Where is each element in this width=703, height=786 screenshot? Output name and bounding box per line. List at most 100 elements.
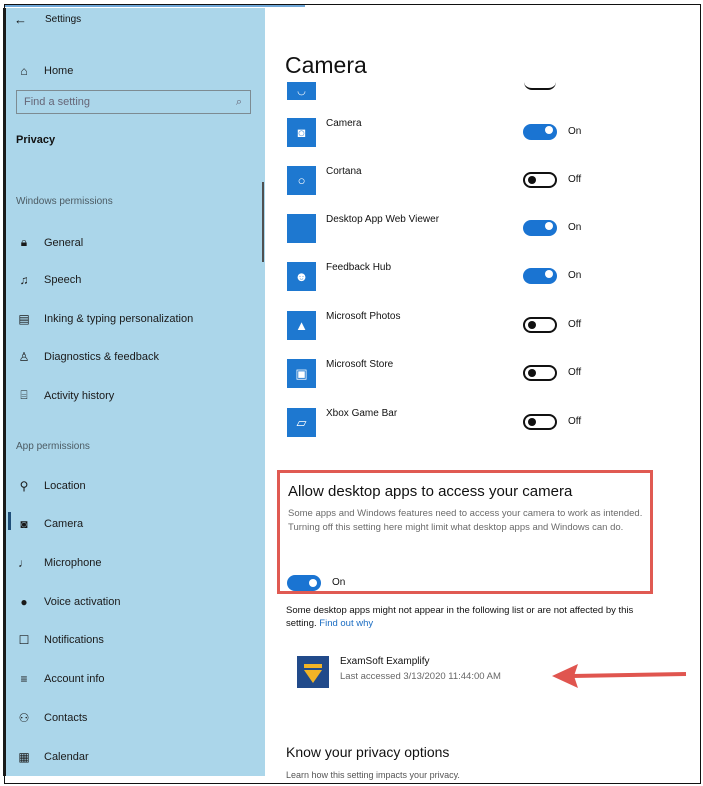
microphone-icon: ♩ xyxy=(18,556,30,570)
toggle-state: Off xyxy=(568,319,582,330)
sidebar-item-label: Microphone xyxy=(44,557,102,569)
sidebar-item-speech[interactable]: ♫ Speech xyxy=(16,273,82,287)
sidebar-item-label: Activity history xyxy=(44,389,115,402)
store-icon: ▣ xyxy=(287,359,316,388)
sidebar-item-label: General xyxy=(44,236,84,249)
app-row-microsoft-store: ▣ Microsoft Store Off xyxy=(287,359,667,395)
voice-activation-icon: ● xyxy=(20,595,28,609)
sidebar-item-activity-history[interactable]: ⌸ Activity history xyxy=(16,388,114,403)
desktop-apps-note: Some desktop apps might not appear in th… xyxy=(286,604,666,630)
app-name: Microsoft Photos xyxy=(326,311,401,322)
sidebar-item-voice-activation[interactable]: ● Voice activation xyxy=(16,595,120,609)
clipboard-icon: ▤ xyxy=(18,312,30,326)
sidebar-scrollbar[interactable] xyxy=(262,182,264,262)
page-title: Camera xyxy=(285,52,367,78)
toggle-switch[interactable] xyxy=(523,414,557,430)
back-arrow-icon[interactable]: ← xyxy=(14,12,27,27)
sidebar-item-label: Location xyxy=(44,480,86,492)
nav-home[interactable]: ⌂ Home xyxy=(16,64,73,78)
sidebar-item-account-info[interactable]: ≡ Account info xyxy=(16,672,105,686)
sidebar-item-label: Speech xyxy=(44,274,82,286)
desktop-apps-toggle-state: On xyxy=(332,577,346,588)
sidebar-item-diagnostics[interactable]: ♙ Diagnostics & feedback xyxy=(16,350,159,364)
desktop-app-name: ExamSoft Examplify xyxy=(340,656,430,667)
toggle-switch[interactable] xyxy=(523,317,557,333)
sidebar-item-location[interactable]: ⚲ Location xyxy=(16,479,86,493)
web-viewer-icon xyxy=(287,214,316,243)
privacy-options-title: Know your privacy options xyxy=(286,744,450,760)
desktop-apps-section-highlight: Allow desktop apps to access your camera… xyxy=(277,470,653,594)
desktop-apps-toggle[interactable] xyxy=(287,575,321,591)
sidebar-item-label: Contacts xyxy=(44,712,88,724)
find-out-why-link[interactable]: Find out why xyxy=(319,618,373,629)
search-field[interactable]: Find a setting ⌕ xyxy=(16,90,251,114)
sidebar-item-label: Notifications xyxy=(44,634,104,646)
photos-icon: ▲ xyxy=(287,311,316,340)
sidebar-item-notifications[interactable]: ☐ Notifications xyxy=(16,633,104,647)
location-icon: ⚲ xyxy=(19,479,29,493)
sidebar-item-contacts[interactable]: ⚇ Contacts xyxy=(16,711,88,725)
history-icon: ⌸ xyxy=(20,388,28,402)
sidebar-item-microphone[interactable]: ♩ Microphone xyxy=(16,556,101,570)
top-accent-line xyxy=(5,5,305,7)
privacy-heading: Privacy xyxy=(16,134,56,146)
search-placeholder: Find a setting xyxy=(24,96,91,108)
toggle-switch[interactable] xyxy=(523,220,557,236)
app-name: Cortana xyxy=(326,166,362,177)
toggle-switch[interactable] xyxy=(523,124,557,140)
cut-off-toggle[interactable] xyxy=(524,80,556,90)
camera-icon: ◙ xyxy=(20,517,28,531)
sidebar-item-label: Inking & typing personalization xyxy=(44,313,194,325)
sidebar-item-label: Diagnostics & feedback xyxy=(44,351,159,363)
speech-icon: ♫ xyxy=(19,273,29,287)
app-row-xbox-game-bar: ▱ Xbox Game Bar Off xyxy=(287,408,667,444)
window-title: Settings xyxy=(45,14,82,25)
toggle-state: On xyxy=(568,126,582,137)
search-icon[interactable]: ⌕ xyxy=(236,96,242,109)
desktop-apps-description: Some apps and Windows features need to a… xyxy=(288,508,643,533)
sidebar-item-label: Account info xyxy=(44,673,105,685)
nav-home-label: Home xyxy=(44,65,74,77)
xbox-game-bar-icon: ▱ xyxy=(287,408,316,437)
toggle-state: On xyxy=(568,270,582,281)
toggle-state: Off xyxy=(568,416,582,427)
title-row: ← Settings xyxy=(14,12,81,27)
sidebar-item-label: Calendar xyxy=(44,751,89,763)
lock-icon: 🔒︎ xyxy=(20,235,28,249)
contacts-icon: ⚇ xyxy=(18,711,30,725)
privacy-options-subtitle: Learn how this setting impacts your priv… xyxy=(286,770,460,780)
notifications-icon: ☐ xyxy=(18,633,30,647)
sidebar-item-general[interactable]: 🔒︎ General xyxy=(16,235,83,250)
app-row-microsoft-photos: ▲ Microsoft Photos Off xyxy=(287,311,667,347)
toggle-state: Off xyxy=(568,367,582,378)
app-name: Xbox Game Bar xyxy=(326,408,398,419)
sidebar-item-camera[interactable]: ◙ Camera xyxy=(16,517,83,531)
cut-off-app-icon: ◡ xyxy=(287,82,316,100)
sidebar-item-label: Camera xyxy=(44,518,84,530)
desktop-apps-title: Allow desktop apps to access your camera xyxy=(288,483,573,500)
toggle-switch[interactable] xyxy=(523,268,557,284)
toggle-switch[interactable] xyxy=(523,172,557,188)
examsoft-examplify-icon xyxy=(297,656,329,688)
toggle-switch[interactable] xyxy=(523,365,557,381)
cortana-icon: ○ xyxy=(287,166,316,195)
home-icon: ⌂ xyxy=(20,64,28,78)
windows-permissions-label: Windows permissions xyxy=(16,196,113,207)
camera-app-icon: ◙ xyxy=(287,118,316,147)
app-row-desktop-app-web-viewer: Desktop App Web Viewer On xyxy=(287,214,667,250)
red-arrow-annotation xyxy=(552,664,687,688)
toggle-state: On xyxy=(568,222,582,233)
toggle-state: Off xyxy=(568,174,582,185)
feedback-hub-icon: ☻ xyxy=(287,262,316,291)
app-permissions-label: App permissions xyxy=(16,441,90,452)
calendar-icon: ▦ xyxy=(18,750,30,764)
app-row-cortana: ○ Cortana Off xyxy=(287,166,667,202)
sidebar-item-label: Voice activation xyxy=(44,596,121,608)
app-name: Desktop App Web Viewer xyxy=(326,214,440,225)
sidebar-item-inking[interactable]: ▤ Inking & typing personalization xyxy=(16,312,193,326)
app-name: Microsoft Store xyxy=(326,359,394,370)
sidebar-item-calendar[interactable]: ▦ Calendar xyxy=(16,750,89,764)
account-info-icon: ≡ xyxy=(20,672,28,686)
app-row-feedback-hub: ☻ Feedback Hub On xyxy=(287,262,667,298)
desktop-app-last-accessed: Last accessed 3/13/2020 11:44:00 AM xyxy=(340,671,501,682)
